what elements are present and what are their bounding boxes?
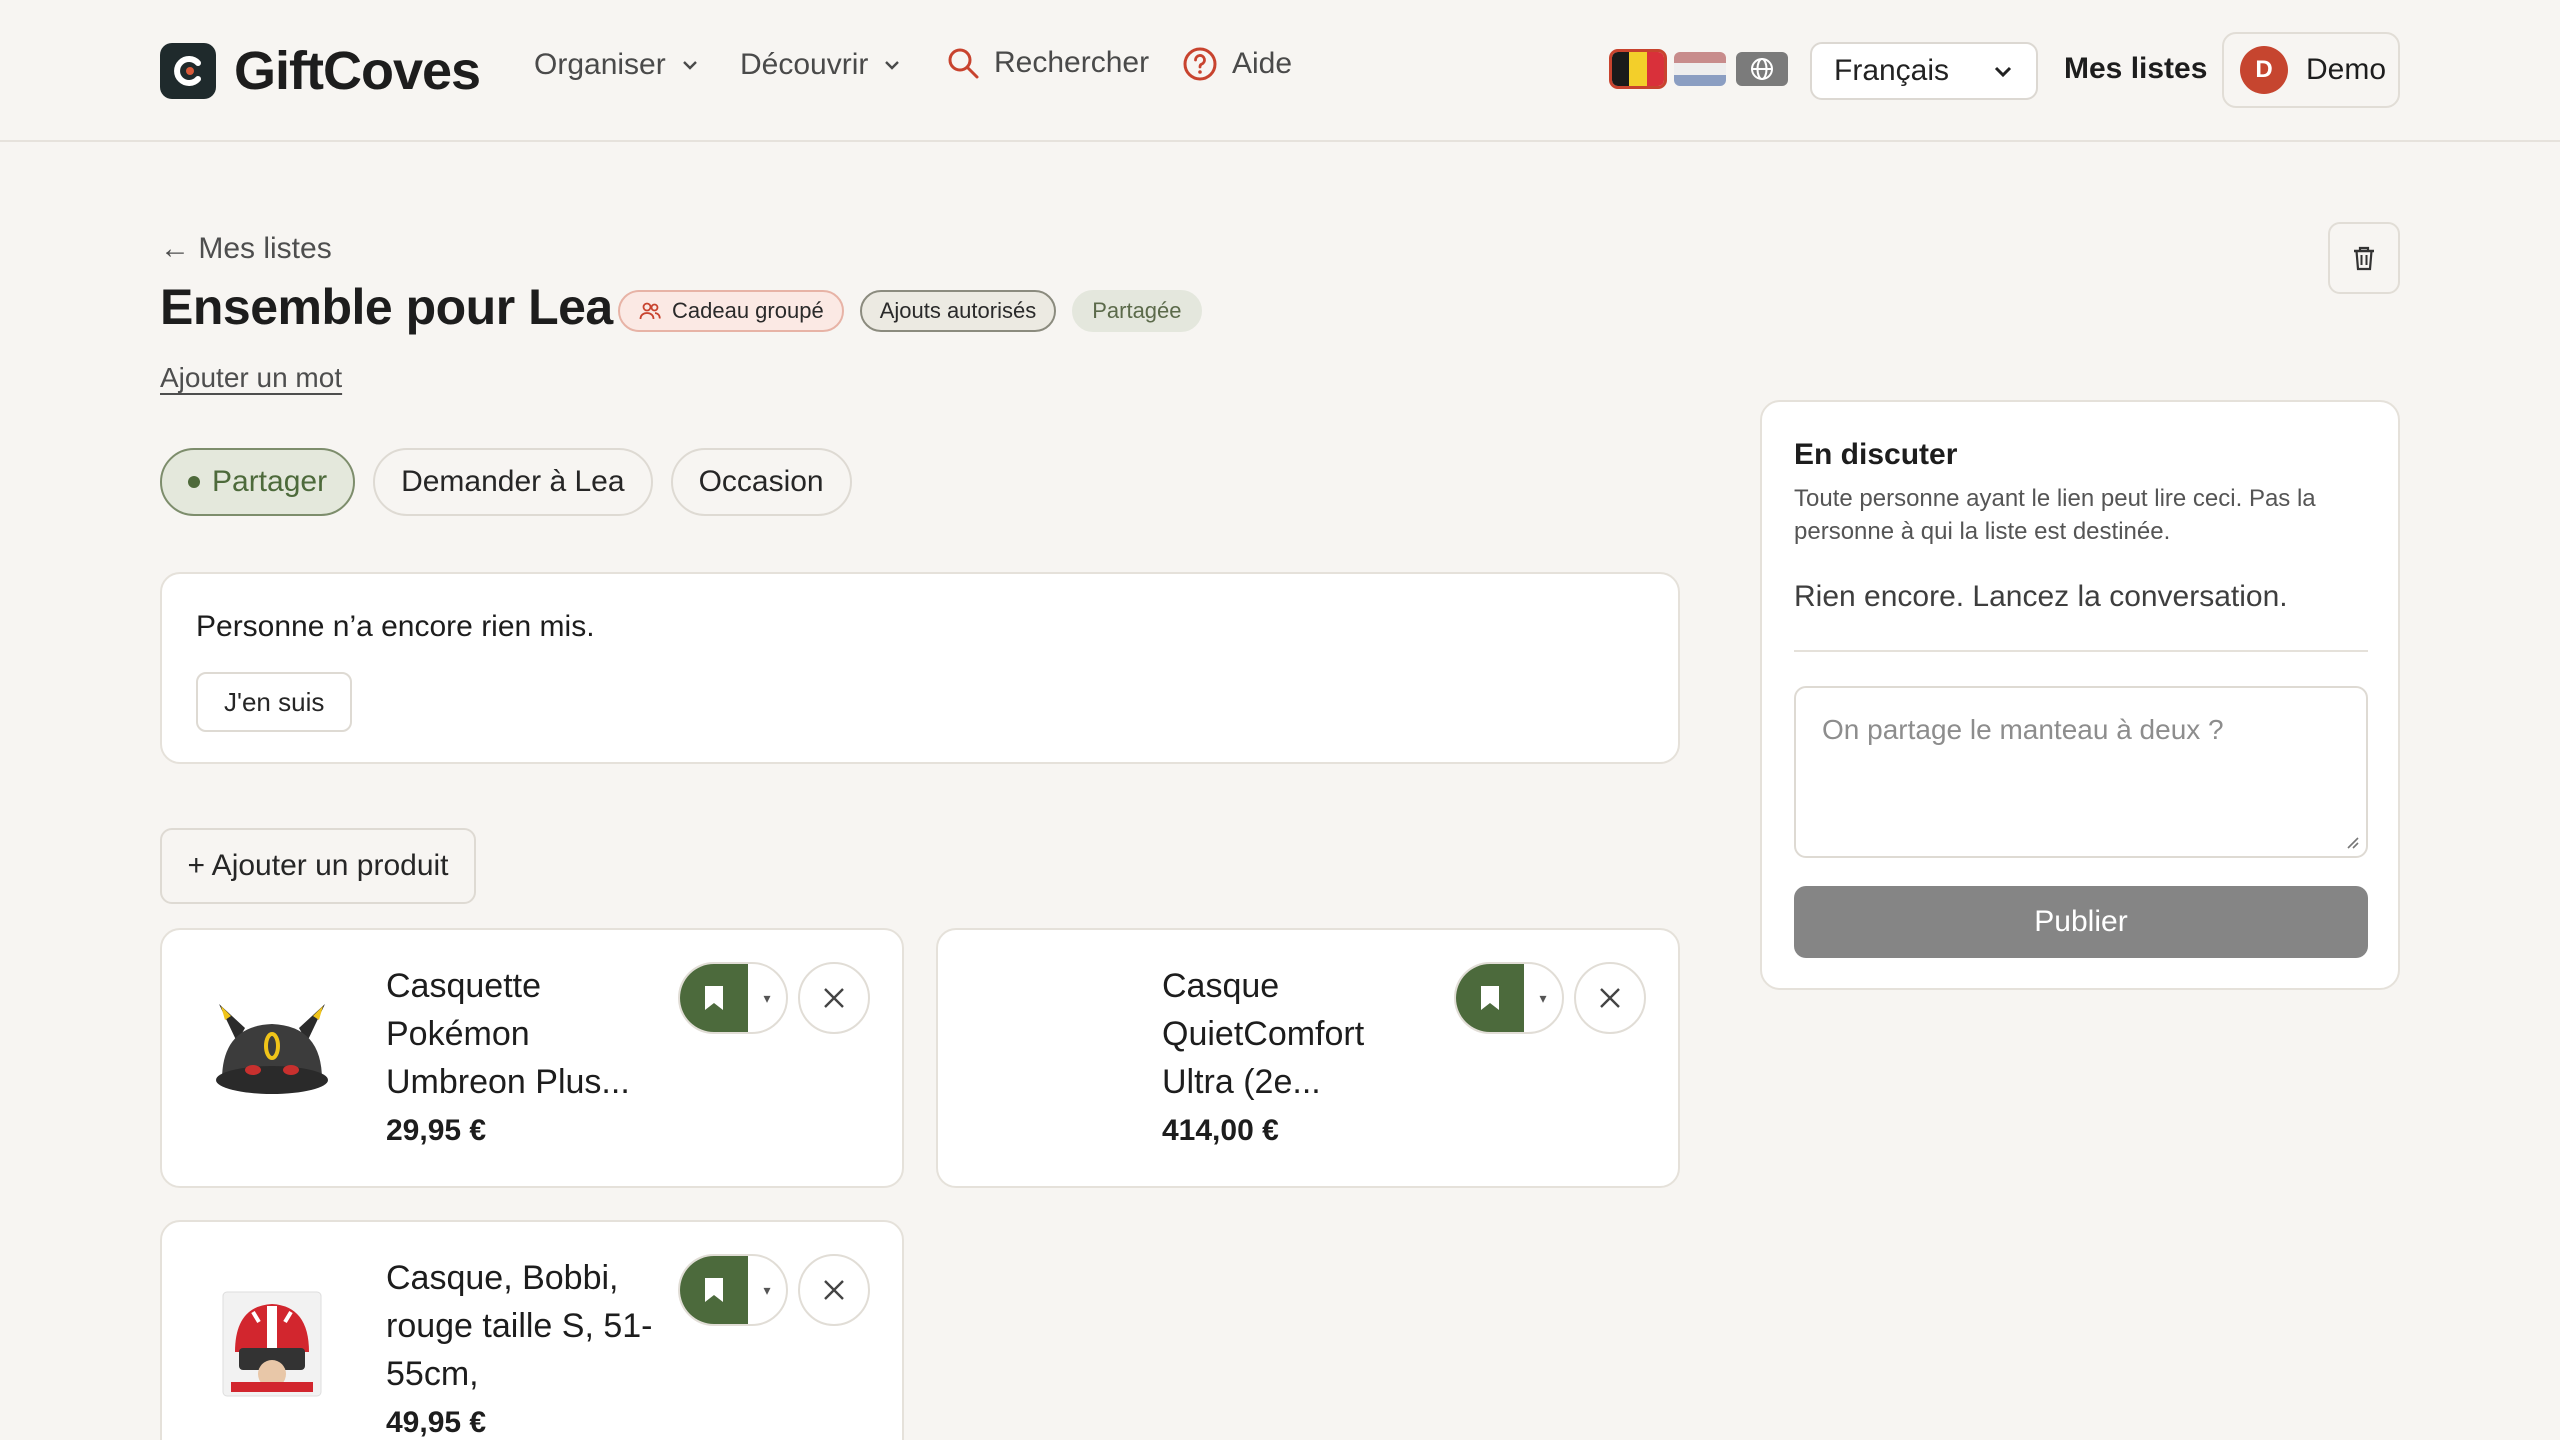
trash-icon bbox=[2354, 246, 2374, 271]
brand-name: GiftCoves bbox=[234, 41, 481, 101]
my-lists-link[interactable]: Mes listes bbox=[2064, 52, 2207, 86]
reserve-button[interactable] bbox=[680, 1256, 748, 1324]
product-card[interactable]: Casque QuietComfort Ultra (2e... 414,00 … bbox=[936, 928, 1680, 1188]
users-icon bbox=[639, 302, 661, 320]
additions-allowed-badge: Ajouts autorisés bbox=[859, 290, 1057, 332]
avatar: D bbox=[2240, 46, 2288, 94]
globe-icon[interactable] bbox=[1736, 52, 1788, 86]
discussion-panel: En discuter Toute personne ayant le lien… bbox=[1760, 400, 2400, 990]
nav-discover[interactable]: Découvrir bbox=[740, 48, 902, 82]
product-price: 414,00 € bbox=[1162, 1114, 1279, 1147]
user-menu-button[interactable]: D Demo bbox=[2222, 32, 2400, 108]
list-tabs: Partager Demander à Lea Occasion bbox=[160, 448, 852, 516]
help-circle-icon bbox=[1183, 47, 1217, 81]
nav-help[interactable]: Aide bbox=[1182, 46, 1292, 82]
reserve-options-caret[interactable]: ▾ bbox=[748, 1256, 786, 1324]
comment-placeholder: On partage le manteau à deux ? bbox=[1822, 714, 2224, 745]
join-button[interactable]: J'en suis bbox=[196, 672, 353, 732]
discussion-subtitle: Toute personne ayant le lien peut lire c… bbox=[1794, 485, 2316, 545]
discussion-title: En discuter bbox=[1794, 438, 1958, 471]
region-flags bbox=[1609, 49, 1788, 89]
product-name[interactable]: Casquette Pokémon Umbreon Plus... bbox=[386, 962, 656, 1106]
tab-ask-lea-label: Demander à Lea bbox=[401, 465, 625, 498]
nav-search[interactable]: Rechercher bbox=[946, 46, 1149, 80]
flag-belgium-icon[interactable] bbox=[1609, 49, 1667, 89]
page-title: Ensemble pour Lea bbox=[160, 279, 613, 335]
remove-product-button[interactable] bbox=[798, 962, 870, 1034]
add-product-label: + Ajouter un produit bbox=[187, 849, 449, 882]
resize-handle-icon[interactable] bbox=[2344, 834, 2360, 850]
back-to-lists-link[interactable]: ← Mes listes bbox=[160, 232, 332, 266]
group-gift-badge-label: Cadeau groupé bbox=[672, 298, 824, 323]
flag-netherlands-icon[interactable] bbox=[1674, 52, 1726, 86]
publish-button[interactable]: Publier bbox=[1794, 886, 2368, 958]
active-dot-icon bbox=[188, 476, 200, 488]
nav-search-label: Rechercher bbox=[994, 46, 1150, 79]
shared-status-label: Partagée bbox=[1092, 298, 1182, 323]
brand-logo[interactable]: GiftCoves bbox=[160, 40, 481, 102]
delete-list-button[interactable] bbox=[2328, 222, 2400, 294]
product-card[interactable]: Casquette Pokémon Umbreon Plus... 29,95 … bbox=[160, 928, 904, 1188]
product-image bbox=[968, 970, 1128, 1130]
tab-share[interactable]: Partager bbox=[160, 448, 356, 516]
close-icon bbox=[824, 988, 844, 1008]
language-select[interactable]: Français bbox=[1810, 42, 2038, 100]
cap-image-icon bbox=[216, 1004, 328, 1094]
group-gift-badge: Cadeau groupé bbox=[618, 290, 844, 332]
divider bbox=[1794, 650, 2368, 652]
additions-allowed-label: Ajouts autorisés bbox=[879, 298, 1037, 323]
add-product-button[interactable]: + Ajouter un produit bbox=[160, 828, 476, 904]
list-badges: Cadeau groupé Ajouts autorisés Partagée bbox=[618, 290, 1202, 332]
tab-ask-lea[interactable]: Demander à Lea bbox=[373, 448, 653, 516]
bookmark-icon bbox=[1481, 986, 1499, 1010]
nav-organize-label: Organiser bbox=[534, 48, 666, 81]
product-image bbox=[192, 1262, 352, 1422]
helmet-box-image-icon bbox=[222, 1291, 322, 1397]
chevron-down-icon bbox=[885, 61, 900, 70]
reserve-options-caret[interactable]: ▾ bbox=[1524, 964, 1562, 1032]
reserve-split-button: ▾ bbox=[1454, 962, 1564, 1034]
add-word-link[interactable]: Ajouter un mot bbox=[160, 362, 342, 394]
tab-occasion[interactable]: Occasion bbox=[670, 448, 852, 516]
tab-share-label: Partager bbox=[212, 465, 328, 498]
chevron-down-icon bbox=[1994, 66, 2012, 78]
contributions-empty-text: Personne n’a encore rien mis. bbox=[196, 610, 595, 643]
nav-organize[interactable]: Organiser bbox=[534, 48, 700, 82]
reserve-button[interactable] bbox=[680, 964, 748, 1032]
product-name[interactable]: Casque QuietComfort Ultra (2e... bbox=[1162, 962, 1432, 1106]
product-image bbox=[192, 970, 352, 1130]
search-icon bbox=[948, 48, 979, 79]
remove-product-button[interactable] bbox=[1574, 962, 1646, 1034]
nav-discover-label: Découvrir bbox=[740, 48, 869, 81]
tab-occasion-label: Occasion bbox=[698, 465, 824, 498]
join-button-label: J'en suis bbox=[224, 686, 325, 717]
reserve-split-button: ▾ bbox=[678, 962, 788, 1034]
remove-product-button[interactable] bbox=[798, 1254, 870, 1326]
product-name[interactable]: Casque, Bobbi, rouge taille S, 51-55cm, bbox=[386, 1254, 656, 1398]
publish-button-label: Publier bbox=[2034, 905, 2128, 938]
reserve-split-button: ▾ bbox=[678, 1254, 788, 1326]
reserve-options-caret[interactable]: ▾ bbox=[748, 964, 786, 1032]
logo-mark-icon bbox=[160, 43, 216, 99]
product-price: 49,95 € bbox=[386, 1406, 487, 1439]
close-icon bbox=[824, 1280, 844, 1300]
nav-help-label: Aide bbox=[1232, 47, 1293, 80]
language-select-value: Français bbox=[1834, 54, 1950, 87]
product-price: 29,95 € bbox=[386, 1114, 487, 1147]
product-card[interactable]: Casque, Bobbi, rouge taille S, 51-55cm, … bbox=[160, 1220, 904, 1440]
contributions-card: Personne n’a encore rien mis. J'en suis bbox=[160, 572, 1680, 764]
chevron-down-icon bbox=[682, 61, 697, 70]
user-name: Demo bbox=[2306, 53, 2387, 86]
top-header: GiftCoves Organiser Découvrir Rechercher… bbox=[0, 0, 2560, 142]
discussion-empty-text: Rien encore. Lancez la conversation. bbox=[1794, 580, 2288, 613]
bookmark-icon bbox=[705, 1278, 723, 1302]
shared-status-badge: Partagée bbox=[1072, 290, 1202, 332]
bookmark-icon bbox=[705, 986, 723, 1010]
comment-textarea[interactable]: On partage le manteau à deux ? bbox=[1794, 686, 2368, 858]
reserve-button[interactable] bbox=[1456, 964, 1524, 1032]
close-icon bbox=[1600, 988, 1620, 1008]
